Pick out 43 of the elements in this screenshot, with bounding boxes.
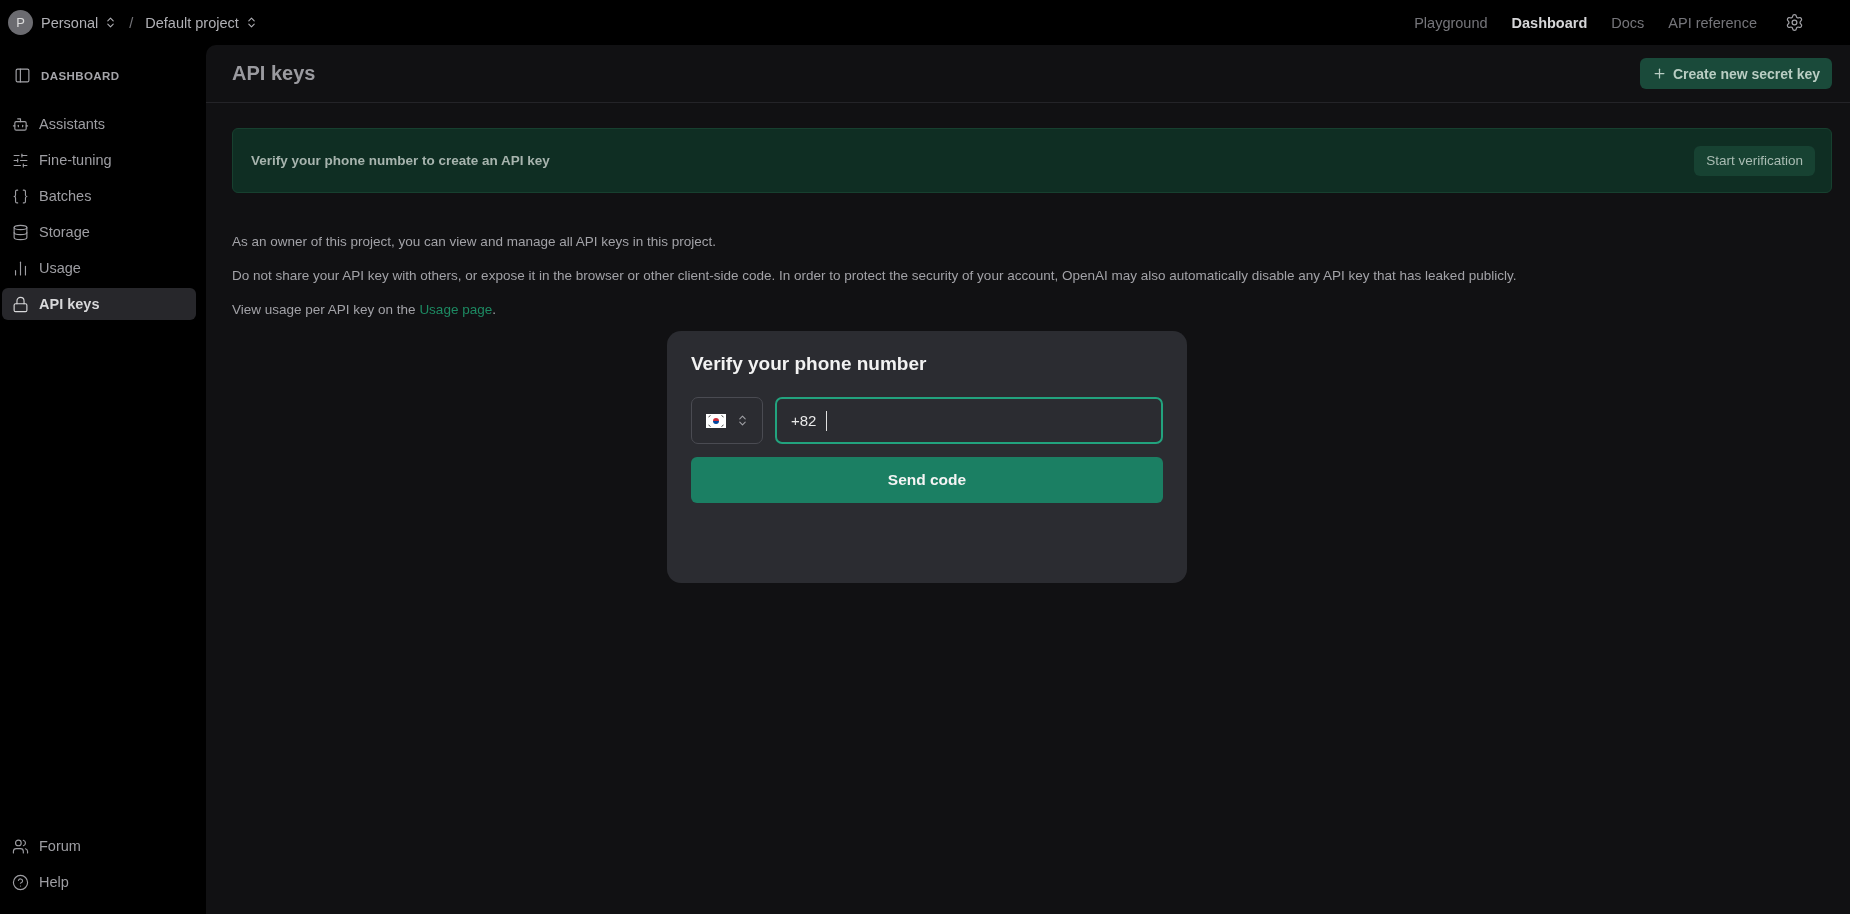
- sliders-icon: [12, 151, 29, 169]
- sidebar-item[interactable]: Assistants: [2, 108, 196, 140]
- sidebar-item[interactable]: Fine-tuning: [2, 144, 196, 176]
- nav-link[interactable]: API reference: [1668, 14, 1757, 31]
- sidebar-item[interactable]: Storage: [2, 216, 196, 248]
- nav-link[interactable]: Docs: [1611, 14, 1645, 31]
- send-code-button[interactable]: Send code: [691, 457, 1163, 503]
- database-icon: [12, 223, 29, 241]
- sidebar-toggle-icon[interactable]: [14, 67, 31, 84]
- help-icon: [12, 873, 29, 891]
- nav-link[interactable]: Dashboard: [1511, 14, 1588, 31]
- avatar[interactable]: P: [8, 10, 33, 35]
- sidebar-item[interactable]: Forum: [2, 830, 196, 862]
- breadcrumb-separator: /: [129, 14, 134, 31]
- sidebar-item[interactable]: Help: [2, 866, 196, 898]
- banner-message: Verify your phone number to create an API key: [251, 153, 550, 168]
- dialog-title: Verify your phone number: [691, 353, 928, 375]
- plus-icon: [1651, 66, 1667, 81]
- info-paragraph: As an owner of this project, you can view and manage all API keys in this project.: [232, 233, 717, 251]
- braces-icon: [12, 187, 29, 205]
- robot-icon: [12, 115, 29, 133]
- create-secret-key-button[interactable]: Create new secret key: [1639, 58, 1832, 89]
- bar-chart-icon: [12, 259, 29, 277]
- sidebar-item[interactable]: API keys: [2, 288, 196, 320]
- text-cursor: [826, 410, 828, 431]
- project-switcher[interactable]: Default project: [145, 14, 258, 31]
- country-select[interactable]: [691, 397, 763, 444]
- info-paragraph: View usage per API key on the Usage page.: [232, 301, 497, 319]
- lock-icon: [12, 295, 29, 313]
- info-paragraph: Do not share your API key with others, or expose it in the browser or other client-side code. In order to protect the security of your account, OpenAI may also automatically disable any API key that has leaked publicly.: [232, 267, 1518, 285]
- sidebar-heading: DASHBOARD: [41, 69, 120, 82]
- usage-page-link[interactable]: Usage page: [419, 302, 493, 317]
- nav-link[interactable]: Playground: [1414, 14, 1488, 31]
- settings-button[interactable]: [1785, 13, 1804, 32]
- sidebar-item[interactable]: Batches: [2, 180, 196, 212]
- start-verification-button[interactable]: Start verification: [1694, 145, 1815, 176]
- organization-switcher[interactable]: Personal: [41, 14, 118, 31]
- flag-icon: [705, 413, 726, 428]
- page-title: API keys: [232, 62, 316, 85]
- settings-icon: [1785, 13, 1804, 32]
- phone-number-field[interactable]: +82: [775, 397, 1163, 444]
- sidebar-item[interactable]: Usage: [2, 252, 196, 284]
- people-icon: [12, 837, 29, 855]
